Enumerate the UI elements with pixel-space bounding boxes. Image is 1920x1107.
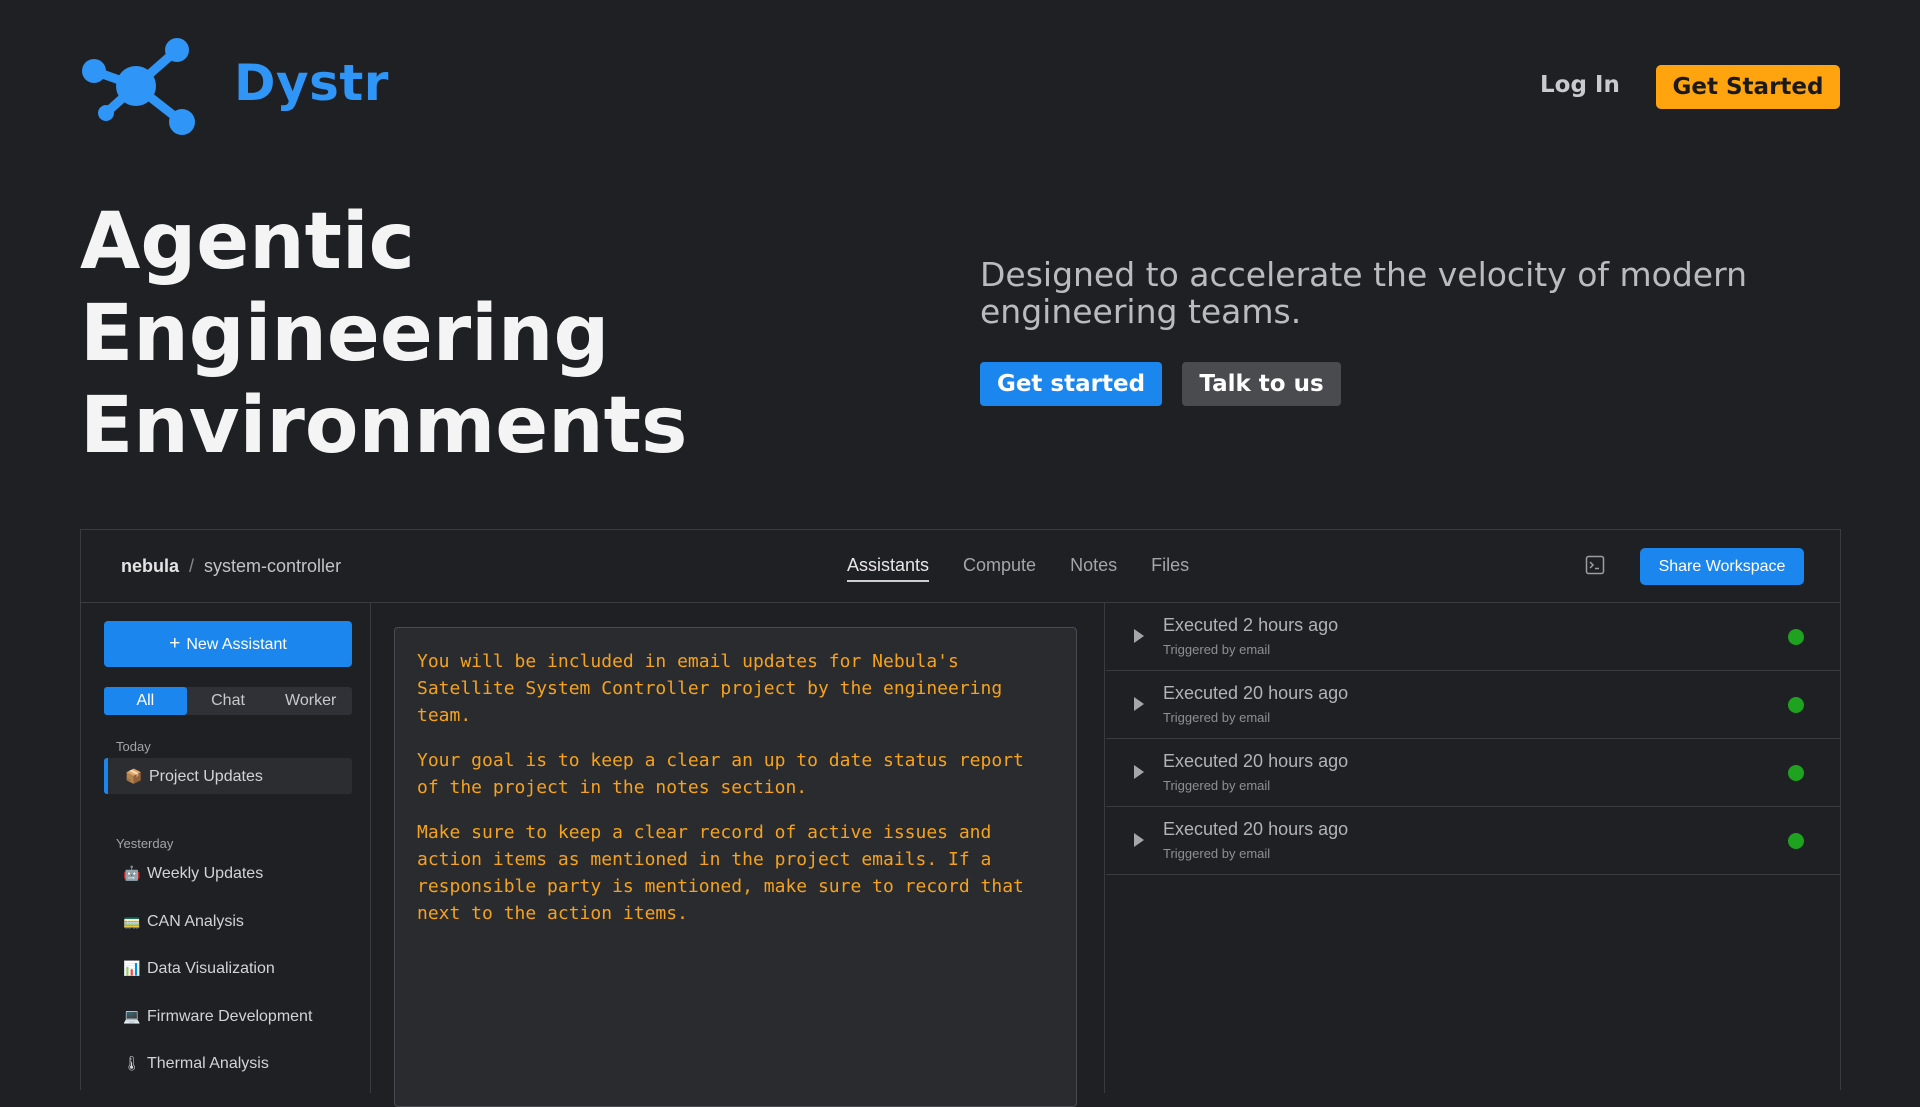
assistant-prompt-editor[interactable]: You will be included in email updates fo… [394, 627, 1077, 1107]
execution-trigger: Triggered by email [1163, 710, 1271, 725]
breadcrumb: nebula / system-controller [121, 556, 341, 577]
tab-compute[interactable]: Compute [963, 555, 1036, 582]
sidebar-item-firmware-development[interactable]: 💻 Firmware Development [104, 998, 352, 1034]
talk-to-us-button[interactable]: Talk to us [1182, 362, 1341, 406]
breadcrumb-project[interactable]: nebula [121, 556, 179, 576]
expand-triangle-icon[interactable] [1134, 833, 1144, 847]
execution-title: Executed 2 hours ago [1163, 615, 1339, 635]
terminal-icon[interactable] [1585, 555, 1605, 575]
sidebar-item-label: Firmware Development [147, 1008, 313, 1025]
hero-title: Agentic Engineering Environments [80, 196, 687, 472]
filter-chat[interactable]: Chat [187, 687, 270, 715]
tab-assistants[interactable]: Assistants [847, 555, 930, 582]
get-started-button[interactable]: Get started [980, 362, 1162, 406]
execution-trigger: Triggered by email [1163, 846, 1271, 861]
hero-title-line: Environments [80, 381, 688, 471]
execution-title: Executed 20 hours ago [1163, 683, 1349, 703]
sidebar-item-thermal-analysis[interactable]: 🌡 Thermal Analysis [104, 1045, 352, 1081]
thermometer-icon: 🌡 [123, 1055, 141, 1071]
execution-list: Executed 2 hours ago Triggered by email … [1106, 603, 1840, 875]
sidebar-item-label: Project Updates [149, 768, 263, 785]
prompt-paragraph: You will be included in email updates fo… [417, 651, 1003, 726]
new-assistant-label: New Assistant [186, 636, 287, 653]
filter-worker[interactable]: Worker [269, 687, 352, 715]
breadcrumb-separator: / [189, 556, 195, 576]
panel-divider [1104, 603, 1105, 1093]
train-icon: 🚃 [123, 913, 141, 929]
login-link[interactable]: Log In [1540, 72, 1620, 98]
execution-trigger: Triggered by email [1163, 642, 1271, 657]
tab-files[interactable]: Files [1151, 555, 1189, 582]
bar-chart-icon: 📊 [123, 960, 141, 976]
execution-trigger: Triggered by email [1163, 778, 1271, 793]
breadcrumb-repo[interactable]: system-controller [204, 556, 341, 576]
execution-title: Executed 20 hours ago [1163, 751, 1349, 771]
execution-title: Executed 20 hours ago [1163, 819, 1349, 839]
plus-icon: + [169, 633, 181, 654]
package-icon: 📦 [125, 768, 143, 784]
hero-tagline: Designed to accelerate the velocity of m… [980, 255, 1747, 331]
dystr-logo-icon [82, 38, 195, 135]
sidebar-item-label: CAN Analysis [147, 913, 244, 930]
sidebar-item-data-visualization[interactable]: 📊 Data Visualization [104, 950, 352, 986]
status-dot [1788, 765, 1804, 781]
status-dot [1788, 629, 1804, 645]
expand-triangle-icon[interactable] [1134, 629, 1144, 643]
sidebar-item-project-updates[interactable]: 📦 Project Updates [104, 758, 352, 794]
assistant-sidebar: + New Assistant All Chat Worker Today 📦 Pr… [81, 603, 371, 1093]
app-toolbar: nebula / system-controller Assistants Comp… [81, 530, 1840, 603]
sidebar-item-label: Data Visualization [147, 960, 275, 977]
execution-row[interactable]: Executed 20 hours ago Triggered by email [1106, 671, 1840, 739]
new-assistant-button[interactable]: + New Assistant [104, 621, 352, 667]
robot-icon: 🤖 [123, 865, 141, 881]
sidebar-item-can-analysis[interactable]: 🚃 CAN Analysis [104, 903, 352, 939]
tab-notes[interactable]: Notes [1070, 555, 1117, 582]
sidebar-item-label: Thermal Analysis [147, 1055, 269, 1072]
laptop-icon: 💻 [123, 1008, 141, 1024]
section-label-today: Today [116, 739, 151, 754]
workspace-tabs: Assistants Compute Notes Files [847, 555, 1189, 582]
prompt-paragraph: Your goal is to keep a clear an up to da… [417, 750, 1024, 798]
hero-title-line: Agentic [80, 197, 415, 287]
expand-triangle-icon[interactable] [1134, 765, 1144, 779]
status-dot [1788, 697, 1804, 713]
share-workspace-button[interactable]: Share Workspace [1640, 548, 1804, 585]
prompt-paragraph: Make sure to keep a clear record of acti… [417, 822, 1024, 924]
sidebar-item-weekly-updates[interactable]: 🤖 Weekly Updates [104, 855, 352, 891]
brand-name[interactable]: Dystr [234, 54, 389, 112]
assistant-filter: All Chat Worker [104, 687, 352, 715]
app-preview-window: nebula / system-controller Assistants Comp… [80, 529, 1841, 1107]
execution-row[interactable]: Executed 2 hours ago Triggered by email [1106, 603, 1840, 671]
get-started-header-button[interactable]: Get Started [1656, 65, 1840, 109]
status-dot [1788, 833, 1804, 849]
hero-title-line: Engineering [80, 289, 610, 379]
sidebar-item-label: Weekly Updates [147, 865, 264, 882]
expand-triangle-icon[interactable] [1134, 697, 1144, 711]
execution-row[interactable]: Executed 20 hours ago Triggered by email [1106, 739, 1840, 807]
filter-all[interactable]: All [104, 687, 187, 715]
section-label-yesterday: Yesterday [116, 836, 174, 851]
execution-row[interactable]: Executed 20 hours ago Triggered by email [1106, 807, 1840, 875]
